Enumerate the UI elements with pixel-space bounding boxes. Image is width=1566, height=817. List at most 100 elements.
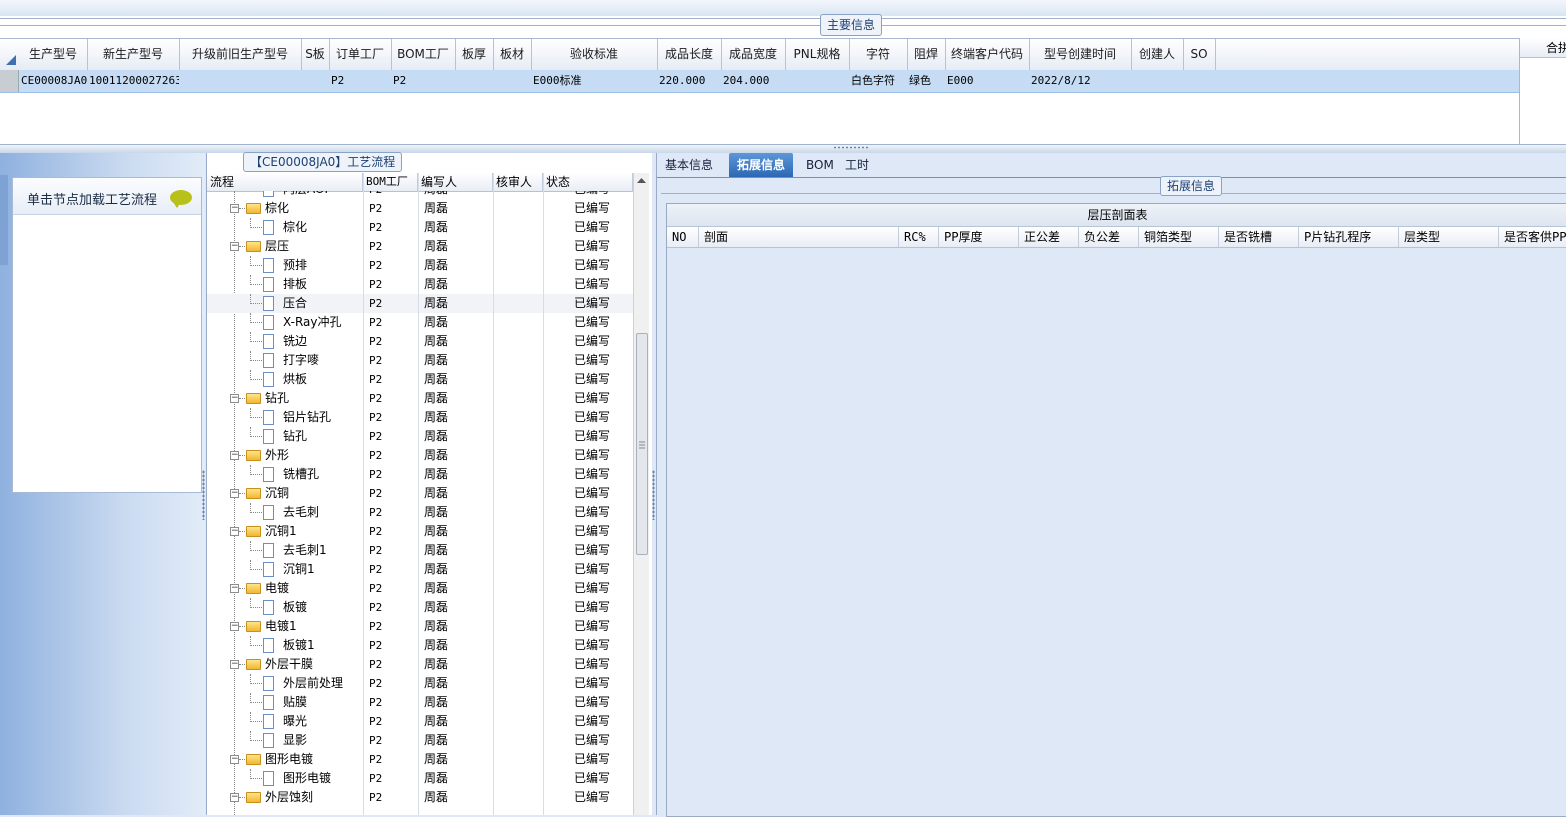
tree-row[interactable]: 曝光 P2 周磊 已编写: [207, 712, 633, 731]
tab-basic-info[interactable]: 基本信息: [657, 153, 721, 177]
tree-row[interactable]: 内层AOI P2 周磊 已编写: [207, 191, 633, 199]
cell-prod-model[interactable]: CE00008JA0: [19, 70, 87, 92]
collapse-toggle-icon[interactable]: −: [230, 451, 239, 460]
tree-row[interactable]: 去毛刺1 P2 周磊 已编写: [207, 541, 633, 560]
col-header-acceptance-std[interactable]: 验收标准: [531, 39, 658, 70]
tree-row[interactable]: − 外层干膜 P2 周磊 已编写: [207, 655, 633, 674]
laminate-col-header[interactable]: RC%: [899, 227, 939, 247]
tree-row[interactable]: − 外层蚀刻 P2 周磊 已编写: [207, 788, 633, 807]
laminate-col-header[interactable]: 剖面: [699, 227, 899, 247]
tree-row[interactable]: 显影 P2 周磊 已编写: [207, 731, 633, 750]
tree-row[interactable]: 沉铜1 P2 周磊 已编写: [207, 560, 633, 579]
tree-row[interactable]: 板镀 P2 周磊 已编写: [207, 598, 633, 617]
col-header-solder-mask[interactable]: 阻焊: [907, 39, 946, 70]
cell-create-time[interactable]: 2022/8/12: [1029, 70, 1131, 92]
tree-row[interactable]: − 外形 P2 周磊 已编写: [207, 446, 633, 465]
scroll-thumb[interactable]: [636, 333, 648, 555]
col-header-bom-factory[interactable]: BOM工厂: [391, 39, 456, 70]
laminate-col-header[interactable]: 正公差: [1019, 227, 1079, 247]
tree-row[interactable]: 去毛刺 P2 周磊 已编写: [207, 503, 633, 522]
col-header-pnl-spec[interactable]: PNL规格: [785, 39, 850, 70]
tree-col-flow[interactable]: 流程: [207, 173, 363, 191]
collapse-toggle-icon[interactable]: −: [230, 755, 239, 764]
cell-width[interactable]: 204.000: [721, 70, 785, 92]
col-header-create-time[interactable]: 型号创建时间: [1029, 39, 1132, 70]
laminate-col-header[interactable]: 负公差: [1079, 227, 1139, 247]
tree-row[interactable]: 压合 P2 周磊 已编写: [207, 294, 633, 313]
col-header-customer-code[interactable]: 终端客户代码: [945, 39, 1030, 70]
cell-pnl-spec[interactable]: [785, 70, 849, 92]
laminate-col-header[interactable]: 铜箔类型: [1139, 227, 1219, 247]
tree-row[interactable]: 贴膜 P2 周磊 已编写: [207, 693, 633, 712]
cell-creator[interactable]: [1131, 70, 1183, 92]
nav-item-load-process[interactable]: 单击节点加载工艺流程: [13, 178, 201, 215]
laminate-col-header[interactable]: 是否铣槽: [1219, 227, 1299, 247]
col-header-prod-model[interactable]: 生产型号: [19, 39, 88, 70]
tree-row[interactable]: 板镀1 P2 周磊 已编写: [207, 636, 633, 655]
collapse-toggle-icon[interactable]: −: [230, 204, 239, 213]
collapse-toggle-icon[interactable]: −: [230, 527, 239, 536]
tree-row[interactable]: 外层前处理 P2 周磊 已编写: [207, 674, 633, 693]
tree-row[interactable]: 棕化 P2 周磊 已编写: [207, 218, 633, 237]
laminate-col-header[interactable]: NO: [667, 227, 699, 247]
col-header-length[interactable]: 成品长度: [657, 39, 722, 70]
middle-splitter-grip[interactable]: [652, 470, 655, 520]
laminate-col-header[interactable]: P片钻孔程序: [1299, 227, 1399, 247]
cell-order-factory[interactable]: P2: [329, 70, 391, 92]
cell-character[interactable]: 白色字符: [849, 70, 907, 92]
tree-row[interactable]: 烘板 P2 周磊 已编写: [207, 370, 633, 389]
col-header-material[interactable]: 板材: [493, 39, 532, 70]
cell-s-board[interactable]: [301, 70, 329, 92]
collapse-toggle-icon[interactable]: −: [230, 242, 239, 251]
tree-row[interactable]: − 图形电镀 P2 周磊 已编写: [207, 750, 633, 769]
collapse-toggle-icon[interactable]: −: [230, 394, 239, 403]
collapse-toggle-icon[interactable]: −: [230, 622, 239, 631]
tree-col-writer[interactable]: 编写人: [418, 173, 493, 191]
collapse-toggle-icon[interactable]: −: [230, 660, 239, 669]
cell-so[interactable]: [1183, 70, 1215, 92]
tab-extended-info[interactable]: 拓展信息: [729, 153, 794, 177]
collapse-toggle-icon[interactable]: −: [230, 793, 239, 802]
cell-new-prod-model[interactable]: 10011200027263: [87, 70, 179, 92]
grid-corner[interactable]: [0, 38, 18, 69]
tree-row[interactable]: 铣槽孔 P2 周磊 已编写: [207, 465, 633, 484]
col-header-width[interactable]: 成品宽度: [721, 39, 786, 70]
tree-row[interactable]: 钻孔 P2 周磊 已编写: [207, 427, 633, 446]
tree-row[interactable]: − 电镀 P2 周磊 已编写: [207, 579, 633, 598]
cell-length[interactable]: 220.000: [657, 70, 721, 92]
tree-row[interactable]: − 棕化 P2 周磊 已编写: [207, 199, 633, 218]
col-header-so[interactable]: SO: [1183, 39, 1216, 70]
tree-col-status[interactable]: 状态: [543, 173, 633, 191]
cell-acceptance-std[interactable]: E000标准: [531, 70, 657, 92]
tree-row[interactable]: X-Ray冲孔 P2 周磊 已编写: [207, 313, 633, 332]
collapse-toggle-icon[interactable]: −: [230, 584, 239, 593]
tree-row[interactable]: − 层压 P2 周磊 已编写: [207, 237, 633, 256]
tree-row[interactable]: − 钻孔 P2 周磊 已编写: [207, 389, 633, 408]
col-header-thickness[interactable]: 板厚: [455, 39, 494, 70]
splitter-grip[interactable]: [833, 146, 869, 149]
laminate-col-header[interactable]: 是否客供PP: [1499, 227, 1566, 247]
tab-work-hours[interactable]: 工时: [837, 153, 877, 177]
col-header-s-board[interactable]: S板: [301, 39, 330, 70]
tree-row[interactable]: 打字嘜 P2 周磊 已编写: [207, 351, 633, 370]
cell-solder-mask[interactable]: 绿色: [907, 70, 945, 92]
tree-col-bom-factory[interactable]: BOM工厂: [363, 173, 418, 191]
col-header-character[interactable]: 字符: [849, 39, 908, 70]
col-header-old-prod-model[interactable]: 升级前旧生产型号: [179, 39, 302, 70]
main-grid-row[interactable]: CE00008JA0 10011200027263 P2 P2 E000标准 220.00…: [0, 70, 1520, 93]
tab-bom[interactable]: BOM: [798, 153, 842, 177]
col-header-creator[interactable]: 创建人: [1131, 39, 1184, 70]
tree-row[interactable]: − 沉铜 P2 周磊 已编写: [207, 484, 633, 503]
tree-scrollbar[interactable]: [633, 173, 649, 815]
tree-row[interactable]: 预排 P2 周磊 已编写: [207, 256, 633, 275]
cell-bom-factory[interactable]: P2: [391, 70, 455, 92]
collapse-toggle-icon[interactable]: −: [230, 489, 239, 498]
tree-row[interactable]: − 沉铜1 P2 周磊 已编写: [207, 522, 633, 541]
cell-thickness[interactable]: [455, 70, 493, 92]
left-collapse-strip[interactable]: [0, 175, 8, 265]
tree-col-reviewer[interactable]: 核审人: [493, 173, 543, 191]
tree-row[interactable]: − 电镀1 P2 周磊 已编写: [207, 617, 633, 636]
cell-old-prod-model[interactable]: [179, 70, 301, 92]
left-splitter-grip[interactable]: [202, 470, 205, 520]
laminate-col-header[interactable]: 层类型: [1399, 227, 1499, 247]
